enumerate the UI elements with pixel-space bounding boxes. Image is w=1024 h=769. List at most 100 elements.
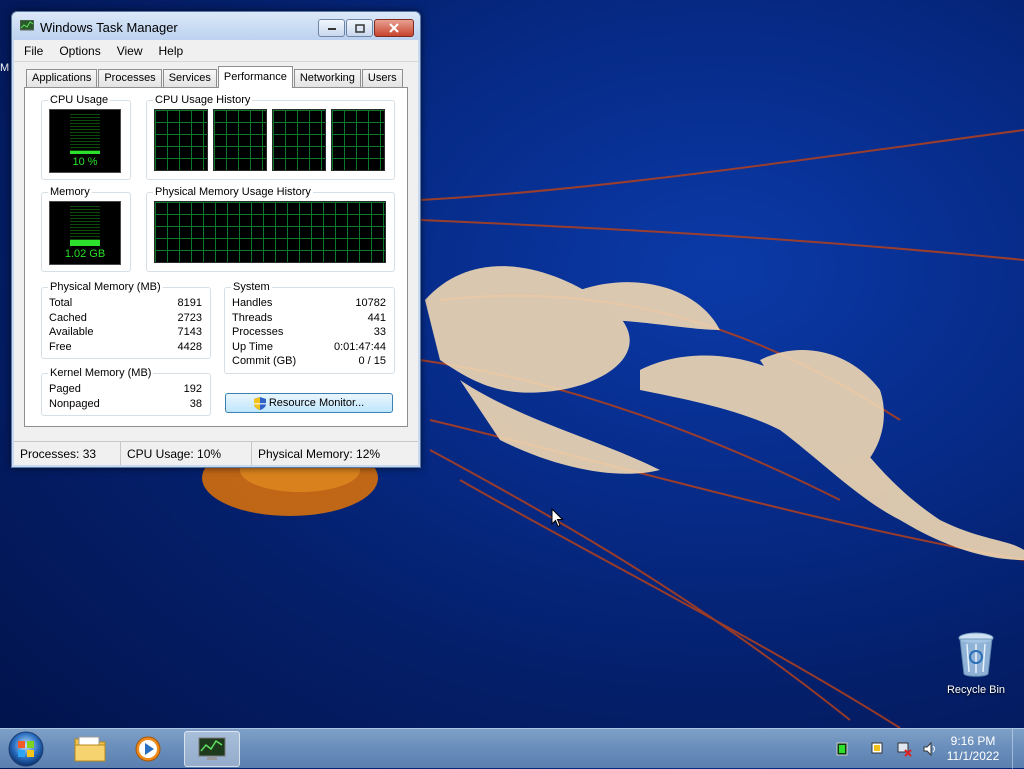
cpu-history-graph-1 xyxy=(154,109,208,171)
stat-name: Cached xyxy=(49,311,87,324)
tab-performance[interactable]: Performance xyxy=(217,66,293,88)
physical-memory-label: Physical Memory (MB) xyxy=(48,281,163,293)
stat-name: Available xyxy=(49,326,94,338)
uac-shield-icon xyxy=(253,396,266,410)
flag-icon xyxy=(871,742,883,754)
task-manager-window: Windows Task Manager File Options View H… xyxy=(11,11,421,468)
tab-users[interactable]: Users xyxy=(361,69,403,88)
mouse-cursor-icon xyxy=(551,508,564,528)
memory-value: 1.02 GB xyxy=(64,248,106,260)
menu-file[interactable]: File xyxy=(24,44,43,58)
show-desktop-button[interactable] xyxy=(1012,729,1024,769)
recycle-bin[interactable]: Recycle Bin xyxy=(940,632,1012,696)
stat-value: 441 xyxy=(367,311,386,324)
stat-value: 33 xyxy=(373,326,386,338)
menu-options[interactable]: Options xyxy=(59,44,100,58)
status-processes: Processes: 33 xyxy=(14,442,121,465)
stat-value: 4428 xyxy=(177,340,202,353)
desktop-edge-text: M xyxy=(0,62,10,74)
stat-row: Handles 10782 xyxy=(232,297,386,312)
physical-memory-rows: Total 8191 Cached 2723 Available 7143 Free 4… xyxy=(49,297,202,355)
recycle-bin-label: Recycle Bin xyxy=(946,684,1006,696)
status-cpu: CPU Usage: 10% xyxy=(121,442,252,465)
taskbar-explorer[interactable] xyxy=(62,731,118,767)
performance-panel: CPU Usage 10 % CPU Usage History Memory xyxy=(24,87,408,427)
kernel-memory-group: Kernel Memory (MB) Paged 192 Nonpaged 38 xyxy=(41,367,211,416)
taskbar-media-player[interactable] xyxy=(120,731,176,767)
stat-name: Paged xyxy=(49,383,81,395)
stat-name: Threads xyxy=(232,311,273,324)
taskbar: 9:16 PM 11/1/2022 xyxy=(0,728,1024,769)
menu-help[interactable]: Help xyxy=(159,44,184,58)
tab-services[interactable]: Services xyxy=(162,69,217,88)
cpu-meter-tray-icon xyxy=(836,742,848,756)
stat-row: Processes 33 xyxy=(232,326,386,341)
cpu-history-label: CPU Usage History xyxy=(153,94,253,106)
cpu-history-graph-2 xyxy=(213,109,267,171)
task-manager-icon xyxy=(20,20,34,31)
memory-label: Memory xyxy=(48,186,92,198)
maximize-button[interactable] xyxy=(346,19,373,37)
stat-name: Up Time xyxy=(232,340,273,353)
stat-name: Handles xyxy=(232,297,273,309)
stat-row: Total 8191 xyxy=(49,297,202,312)
resource-monitor-button[interactable]: Resource Monitor... xyxy=(225,393,393,413)
stat-row: Up Time 0:01:47:44 xyxy=(232,341,386,356)
kernel-memory-label: Kernel Memory (MB) xyxy=(48,367,154,379)
physical-memory-group: Physical Memory (MB) Total 8191 Cached 272… xyxy=(41,281,211,359)
cpu-meter-bars xyxy=(70,114,100,154)
system-rows: Handles 10782 Threads 441 Processes 33 Up T… xyxy=(232,297,386,370)
folder-icon xyxy=(74,736,106,762)
minimize-icon xyxy=(327,28,336,30)
network-icon[interactable] xyxy=(896,741,912,757)
cpu-tray-icon[interactable] xyxy=(834,741,850,757)
system-label: System xyxy=(231,281,272,293)
task-manager-taskbar-icon xyxy=(198,737,226,760)
memory-meter-fill xyxy=(70,240,100,246)
stat-value: 10782 xyxy=(355,297,386,309)
memory-group: Memory 1.02 GB xyxy=(41,186,131,272)
volume-icon[interactable] xyxy=(922,741,938,757)
taskbar-task-manager[interactable] xyxy=(184,731,240,767)
tab-strip: Applications Processes Services Performa… xyxy=(26,66,404,88)
stat-value: 8191 xyxy=(177,297,202,309)
start-button[interactable] xyxy=(6,730,46,768)
menu-bar: File Options View Help xyxy=(14,40,418,62)
cpu-usage-group: CPU Usage 10 % xyxy=(41,94,131,180)
stat-value: 192 xyxy=(183,383,202,395)
stat-value: 0:01:47:44 xyxy=(334,340,386,353)
memory-meter: 1.02 GB xyxy=(49,201,121,265)
maximize-icon xyxy=(354,23,365,33)
stat-name: Commit (GB) xyxy=(232,355,297,367)
minimize-button[interactable] xyxy=(318,19,345,37)
stat-name: Nonpaged xyxy=(49,397,100,410)
window-body: Applications Processes Services Performa… xyxy=(14,62,418,465)
memory-history-label: Physical Memory Usage History xyxy=(153,186,313,198)
clock[interactable]: 9:16 PM 11/1/2022 xyxy=(940,734,1006,764)
cpu-usage-meter: 10 % xyxy=(49,109,121,173)
title-bar[interactable]: Windows Task Manager xyxy=(12,12,420,40)
cpu-usage-label: CPU Usage xyxy=(48,94,111,106)
cpu-history-graph-3 xyxy=(272,109,326,171)
menu-view[interactable]: View xyxy=(117,44,143,58)
close-icon xyxy=(389,23,399,33)
cpu-meter-fill xyxy=(70,151,100,154)
tab-applications[interactable]: Applications xyxy=(26,69,98,88)
stat-row: Commit (GB) 0 / 15 xyxy=(232,355,386,370)
memory-history-group: Physical Memory Usage History xyxy=(146,186,395,272)
media-player-icon xyxy=(135,736,161,762)
resource-monitor-label: Resource Monitor... xyxy=(268,397,365,409)
cpu-history-graph-4 xyxy=(331,109,385,171)
status-memory: Physical Memory: 12% xyxy=(258,446,381,461)
stat-name: Free xyxy=(49,340,72,353)
tab-processes[interactable]: Processes xyxy=(98,69,162,88)
stat-row: Paged 192 xyxy=(49,383,202,398)
window-title: Windows Task Manager xyxy=(40,20,178,35)
system-group: System Handles 10782 Threads 441 Processes… xyxy=(224,281,395,374)
kernel-memory-rows: Paged 192 Nonpaged 38 xyxy=(49,383,202,412)
tab-networking[interactable]: Networking xyxy=(293,69,361,88)
cpu-history-group: CPU Usage History xyxy=(146,94,395,180)
close-button[interactable] xyxy=(374,19,414,37)
stat-row: Free 4428 xyxy=(49,341,202,356)
action-center-icon[interactable] xyxy=(870,741,886,757)
